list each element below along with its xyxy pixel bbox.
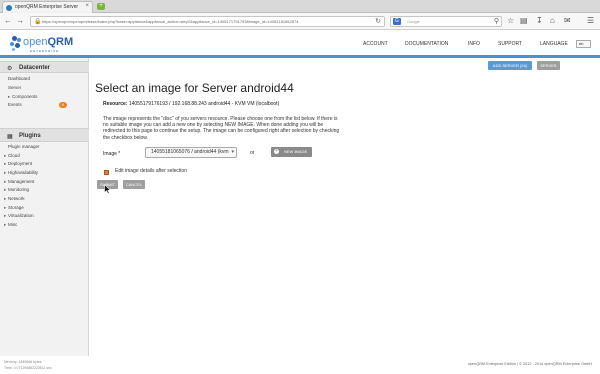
image-select[interactable]: 14055181065076 / android44 (kvm ▾ [145, 147, 237, 158]
image-description: The image represents the "disc" of you s… [103, 116, 340, 141]
close-tab-icon[interactable]: × [85, 3, 89, 9]
nav-documentation[interactable]: DOCUMENTATION [405, 41, 448, 47]
sidebar-item-dashboard[interactable]: Dashboard [8, 76, 30, 81]
events-count-badge: 5 [59, 102, 67, 108]
sidebar-item-storage[interactable]: ▸ Storage [4, 205, 24, 211]
back-arrow-icon[interactable]: ← [4, 16, 12, 26]
add-server-button[interactable]: ADD SERVER (24) [488, 61, 532, 70]
image-field-label: Image * [103, 151, 121, 157]
home-icon[interactable]: ⌂ [550, 16, 555, 26]
sidebar-item-network[interactable]: ▸ Network [4, 196, 25, 202]
or-label: or [250, 150, 255, 156]
sidebar-item-server[interactable]: Server [8, 85, 21, 90]
sidebar-item-cloud[interactable]: ▸ Cloud [4, 153, 20, 159]
plugins-header[interactable]: ▦ Plugins [0, 128, 89, 142]
memory-usage: Memory: 1849666 bytes [4, 360, 42, 364]
resource-value: 14055179176193 / 192.168.88.243 android4… [128, 101, 280, 107]
nav-support[interactable]: SUPPORT [498, 41, 522, 47]
download-icon[interactable]: ↧ [536, 16, 543, 26]
sidebar-item-highavailability[interactable]: ▸ Highavailability [4, 170, 38, 176]
logo-text: openQRM [23, 36, 74, 48]
new-tab-button[interactable]: + [97, 3, 105, 10]
page-header: openQRM ENTERPRISE ACCOUNT DOCUMENTATION… [0, 30, 600, 58]
lock-icon: 🔒 [34, 19, 42, 25]
sidebar-item-deployment[interactable]: ▸ Deployment [4, 161, 32, 167]
edit-image-checkbox-label: Edit image details after selection [115, 168, 187, 174]
sidebar-item-components[interactable]: ▸ Components [8, 94, 38, 100]
search-engine-icon[interactable]: G [393, 18, 401, 25]
datacenter-title: Datacenter [19, 65, 51, 71]
sidebar-item-misc[interactable]: ▸ Misc [4, 222, 17, 228]
openqrm-logo[interactable]: openQRM ENTERPRISE [10, 34, 74, 56]
datacenter-icon: ⚙ [7, 66, 13, 72]
search-icon[interactable]: ⚲ [494, 17, 499, 25]
nav-account[interactable]: ACCOUNT [363, 41, 388, 47]
browser-nav-bar: ← → 🔒 https://openqrm/openqrm/base/index… [0, 13, 600, 30]
sidebar-item-events[interactable]: Events [8, 102, 22, 107]
image-select-value: 14055181065076 / android44 (kvm [151, 149, 229, 155]
browser-tab-title: openQRM Enterprise Server [15, 4, 79, 10]
footer-copyright: openQRM Enterprise Edition | © 2012 - 20… [467, 362, 592, 366]
main-content: ADD SERVER (24) SERVER Select an image f… [90, 58, 600, 356]
sidebar-item-virtualization[interactable]: ▸ Virtualization [4, 213, 34, 219]
browser-search-placeholder: Google [407, 19, 420, 24]
language-value: en [579, 41, 584, 46]
bookmark-star-icon[interactable]: ☆ [507, 16, 514, 26]
address-bar-url: https://openqrm/openqrm/base/index.php?b… [42, 19, 299, 24]
edit-image-checkbox[interactable] [104, 170, 109, 175]
sidebar-item-plugin-manager[interactable]: Plugin manager [8, 144, 40, 149]
cancel-button[interactable]: CANCEL [123, 180, 145, 189]
logo-subtitle: ENTERPRISE [30, 49, 60, 53]
clipboard-icon[interactable]: ▤ [520, 16, 528, 26]
nav-info[interactable]: INFO [468, 41, 480, 47]
sidebar-item-management[interactable]: ▸ Management [4, 179, 34, 185]
forward-arrow-icon[interactable]: → [16, 16, 24, 26]
datacenter-header[interactable]: ⚙ Datacenter [0, 61, 89, 73]
server-button[interactable]: SERVER [537, 61, 560, 70]
plus-icon: + [274, 148, 279, 154]
dropdown-arrow-icon: ▾ [231, 149, 234, 155]
plugins-title: Plugins [19, 133, 41, 139]
sidebar: ⚙ Datacenter Dashboard Server ▸ Component… [0, 58, 89, 370]
sidebar-item-monitoring[interactable]: ▸ Monitoring [4, 187, 29, 193]
menu-icon[interactable]: ☰ [587, 16, 594, 26]
new-image-label: NEW IMAGE [284, 149, 308, 154]
render-time: Time: 0.071296882223511 sec [4, 366, 52, 370]
browser-search-box[interactable]: G Google ⚲ [390, 16, 502, 27]
reload-icon[interactable]: ↻ [375, 17, 381, 25]
resource-line: Resource: 14055179176193 / 192.168.88.24… [103, 101, 279, 107]
language-label: LANGUAGE [540, 41, 568, 47]
new-image-button[interactable]: + NEW IMAGE [271, 147, 312, 157]
page-title: Select an image for Server android44 [95, 81, 294, 95]
chat-icon[interactable]: ✉ [564, 16, 571, 26]
browser-tab[interactable]: openQRM Enterprise Server × [2, 1, 93, 13]
openqrm-favicon-icon [6, 5, 12, 11]
resource-label: Resource: [103, 101, 128, 107]
page-footer: openQRM Enterprise Edition | © 2012 - 20… [90, 356, 600, 374]
logo-dots-icon [10, 36, 24, 52]
address-bar[interactable]: 🔒 https://openqrm/openqrm/base/index.php… [30, 16, 385, 27]
language-select[interactable]: en [576, 40, 591, 48]
browser-tab-bar: openQRM Enterprise Server × + [0, 0, 600, 13]
mouse-cursor-icon [104, 184, 111, 194]
plugins-grid-icon: ▦ [7, 134, 13, 140]
